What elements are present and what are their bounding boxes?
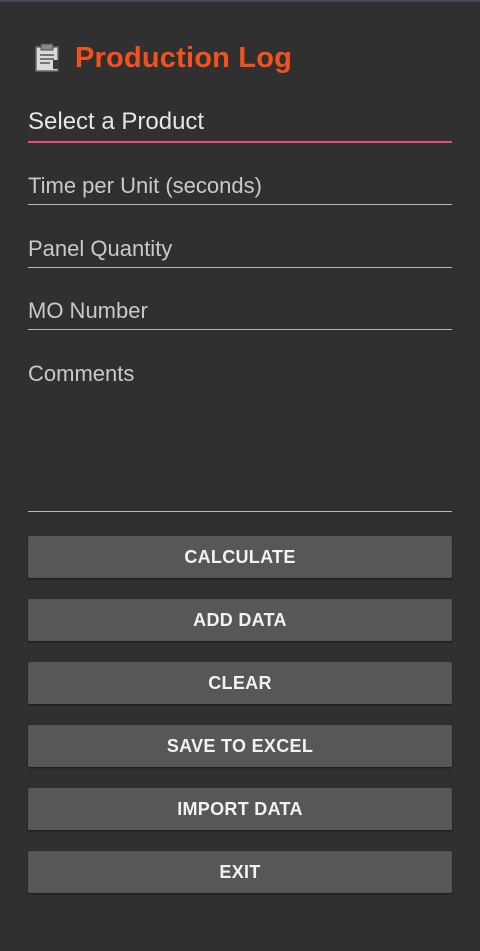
calculate-button[interactable]: CALCULATE — [28, 536, 452, 578]
add-data-button[interactable]: ADD DATA — [28, 599, 452, 641]
panel-quantity-input[interactable]: Panel Quantity — [28, 236, 452, 269]
comments-underline — [28, 511, 452, 512]
time-per-unit-underline — [28, 204, 452, 205]
product-select[interactable]: Select a Product — [28, 108, 452, 144]
clipboard-icon — [35, 43, 59, 72]
save-to-excel-button[interactable]: SAVE TO EXCEL — [28, 725, 452, 767]
panel-quantity-underline — [28, 267, 452, 268]
status-divider — [0, 0, 480, 2]
time-per-unit-placeholder: Time per Unit (seconds) — [28, 173, 262, 198]
product-select-placeholder: Select a Product — [28, 108, 205, 135]
time-per-unit-input[interactable]: Time per Unit (seconds) — [28, 173, 452, 206]
import-data-button[interactable]: IMPORT DATA — [28, 788, 452, 830]
mo-number-placeholder: MO Number — [28, 298, 148, 323]
exit-button[interactable]: EXIT — [28, 851, 452, 893]
panel-quantity-placeholder: Panel Quantity — [28, 236, 173, 261]
clear-button[interactable]: CLEAR — [28, 662, 452, 704]
comments-input[interactable]: Comments — [28, 361, 452, 513]
mo-number-underline — [28, 329, 452, 330]
product-select-underline — [28, 141, 452, 143]
mo-number-input[interactable]: MO Number — [28, 298, 452, 331]
app-title: Production Log — [75, 41, 293, 74]
comments-placeholder: Comments — [28, 361, 135, 386]
app-header: Production Log — [34, 38, 292, 78]
